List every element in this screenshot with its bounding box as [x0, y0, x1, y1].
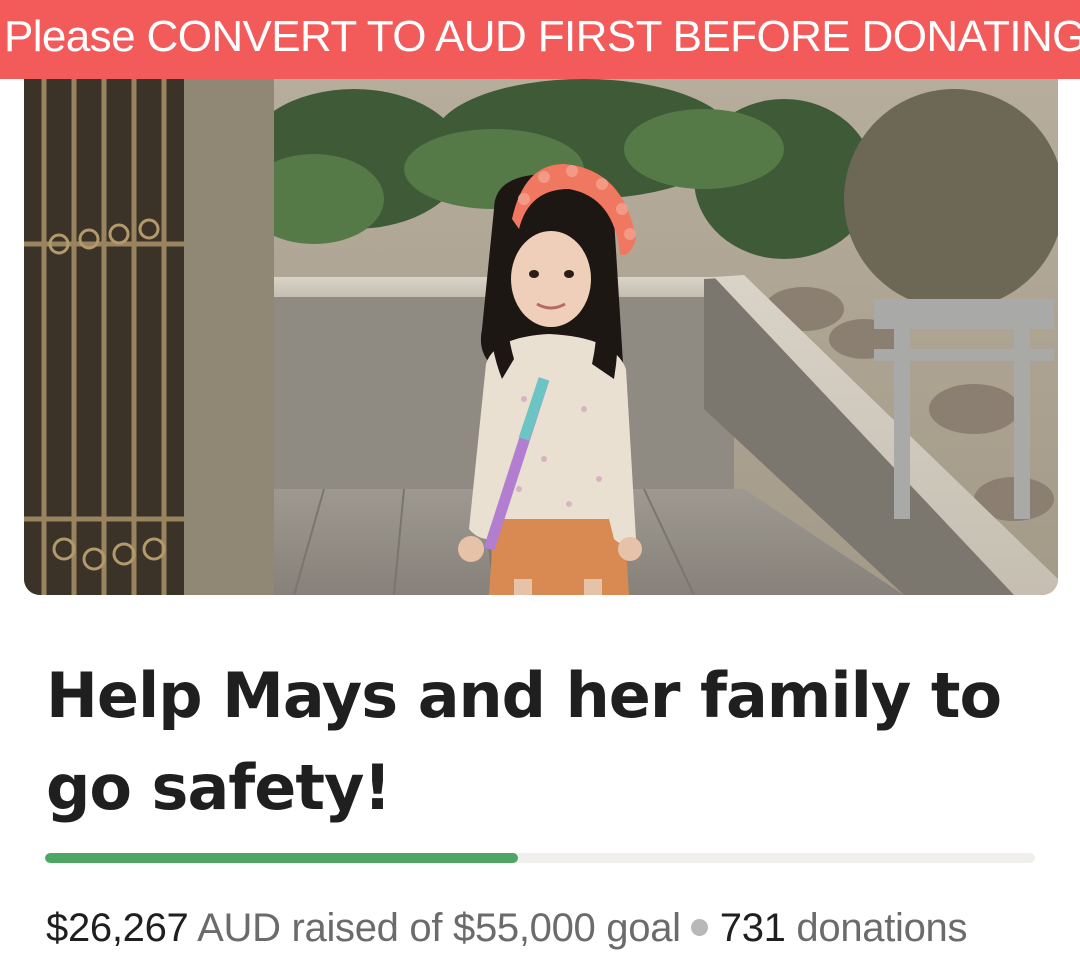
- separator-dot-icon: [690, 919, 708, 936]
- raised-amount: $26,267: [46, 906, 189, 950]
- donation-label: donations: [796, 906, 968, 950]
- donation-count: 731: [719, 906, 786, 950]
- banner-text: Please CONVERT TO AUD FIRST BEFORE DONAT…: [4, 12, 1080, 61]
- campaign-photo: [24, 79, 1058, 595]
- raised-goal-text: AUD raised of $55,000 goal: [197, 906, 681, 950]
- donation-stats: $26,267 AUD raised of $55,000 goal 731 do…: [46, 902, 1076, 954]
- convert-currency-banner: Please CONVERT TO AUD FIRST BEFORE DONAT…: [0, 0, 1080, 79]
- donation-progress-bar: [45, 853, 1035, 863]
- campaign-title: Help Mays and her family to go safety!: [46, 659, 1002, 824]
- donation-progress-fill: [45, 853, 518, 863]
